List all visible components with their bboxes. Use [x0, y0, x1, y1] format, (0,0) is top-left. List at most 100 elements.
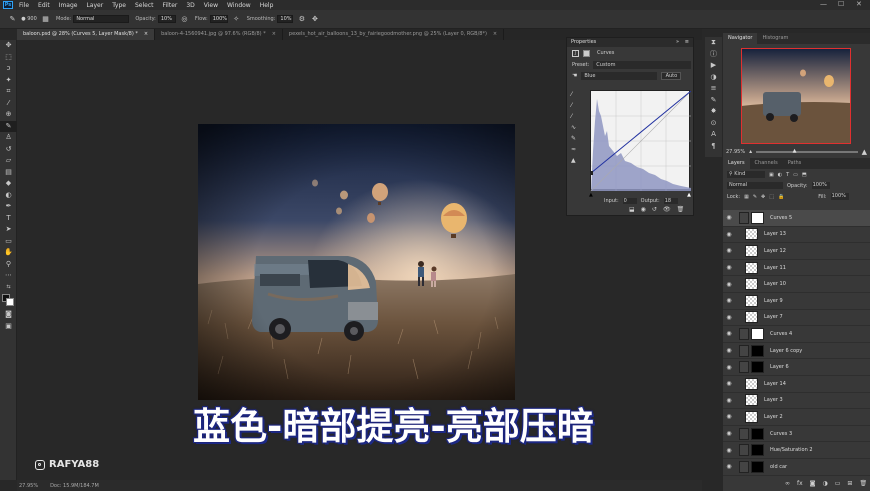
properties-icon[interactable]: ≡ [705, 83, 722, 95]
color-swatches[interactable] [0, 293, 17, 309]
layer-visibility-icon[interactable]: ◉ [723, 214, 735, 221]
smooth-curve-icon[interactable]: ≈ [571, 146, 581, 157]
layer-visibility-icon[interactable]: ◉ [723, 430, 735, 437]
mode-select[interactable]: Normal [73, 15, 130, 23]
brush-tool-icon[interactable]: ✎ [8, 15, 17, 24]
navigator-preview[interactable] [741, 48, 851, 144]
layer-name[interactable]: Layer 2 [764, 414, 783, 420]
type-tool-icon[interactable]: T [0, 213, 17, 225]
paragraph-icon[interactable]: ¶ [705, 141, 722, 153]
menu-3d[interactable]: 3D [186, 2, 194, 9]
layer-row[interactable]: ◉ Curves 5 [723, 210, 870, 227]
layer-visibility-icon[interactable]: ◉ [723, 231, 735, 238]
clipping-warning-icon[interactable]: ▲ [571, 157, 581, 168]
shape-tool-icon[interactable]: ▭ [0, 236, 17, 248]
layer-visibility-icon[interactable]: ◉ [723, 330, 735, 337]
filter-shape-icon[interactable]: ▭ [793, 172, 798, 178]
layer-thumbnail[interactable] [739, 327, 749, 340]
move-tool-icon[interactable]: ✥ [0, 40, 17, 52]
layer-mask-thumbnail[interactable] [751, 344, 764, 357]
menu-window[interactable]: Window [227, 2, 251, 9]
filter-pixel-icon[interactable]: ▣ [769, 172, 774, 178]
layer-visibility-icon[interactable]: ◉ [723, 281, 735, 288]
layer-name[interactable]: Layer 14 [764, 381, 786, 387]
link-layers-icon[interactable]: ∞ [785, 480, 790, 487]
reset-icon[interactable]: ↺ [652, 206, 657, 213]
layer-visibility-icon[interactable]: ◉ [723, 264, 735, 271]
brushes-icon[interactable]: ✸ [705, 106, 722, 118]
layer-thumbnail[interactable] [745, 377, 758, 390]
adjustments-icon[interactable]: ◑ [705, 72, 722, 84]
curve-pencil-icon[interactable]: ✎ [571, 135, 581, 146]
layer-visibility-icon[interactable]: ◉ [723, 397, 735, 404]
tab-baloon-jpg[interactable]: baloon-4-1560941.jpg @ 97.6% (RGB/8) * × [155, 29, 283, 40]
zoom-out-icon[interactable]: ▴ [749, 148, 752, 155]
zoom-slider[interactable]: ▲ [756, 148, 858, 154]
more-tools-icon[interactable]: ⋯ [0, 270, 17, 282]
layer-name[interactable]: Curves 4 [770, 331, 792, 337]
layer-name[interactable]: Layer 6 copy [770, 348, 802, 354]
new-layer-icon[interactable]: ⊞ [847, 480, 852, 487]
menu-image[interactable]: Image [59, 2, 78, 9]
target-adjust-icon[interactable]: ☚ [572, 72, 577, 79]
trash-icon[interactable]: 🗑 [859, 480, 867, 487]
brush-tool-icon[interactable]: ✎ [0, 120, 17, 132]
navigator-zoom-value[interactable]: 27.95% [726, 149, 745, 155]
layer-row[interactable]: ◉ Layer 12 [723, 243, 870, 260]
layer-name[interactable]: Layer 7 [764, 314, 783, 320]
close-icon[interactable]: ✕ [856, 0, 862, 8]
tab-navigator[interactable]: Navigator [723, 33, 758, 44]
menu-file[interactable]: File [19, 2, 29, 9]
eyedropper-tool-icon[interactable]: ⁄ [0, 98, 17, 110]
layer-mask-thumbnail[interactable] [751, 460, 764, 473]
new-adjustment-icon[interactable]: ◑ [823, 480, 828, 487]
close-icon[interactable]: × [493, 29, 497, 40]
layer-thumbnail[interactable] [745, 394, 758, 407]
symmetry-icon[interactable]: ✥ [310, 15, 319, 24]
layer-row[interactable]: ◉ Curves 3 [723, 426, 870, 443]
lock-artboard-icon[interactable]: ⬚ [769, 194, 774, 200]
tab-pexels-png[interactable]: pexels_hot_air_balloons_13_by_fairiegood… [283, 29, 505, 40]
menu-type[interactable]: Type [112, 2, 126, 9]
new-group-icon[interactable]: ▭ [835, 480, 841, 487]
close-icon[interactable]: × [144, 29, 148, 40]
layer-row[interactable]: ◉ Layer 10 [723, 276, 870, 293]
layer-thumbnail[interactable] [745, 294, 758, 307]
menu-help[interactable]: Help [260, 2, 274, 9]
preset-select[interactable]: Custom [593, 60, 692, 69]
info-icon[interactable]: ⓘ [705, 49, 722, 61]
add-mask-icon[interactable]: ◙ [810, 480, 816, 487]
layer-thumbnail[interactable] [739, 460, 749, 473]
layer-thumbnail[interactable] [739, 444, 749, 457]
layer-visibility-icon[interactable]: ◉ [723, 380, 735, 387]
fill-field[interactable]: 100% [830, 193, 849, 200]
tab-baloon-psd[interactable]: baloon.psd @ 28% (Curves 5, Layer Mask/8… [17, 29, 156, 40]
eyedropper-black-icon[interactable]: ⁄ [571, 91, 581, 102]
layer-row[interactable]: ◉ Layer 6 [723, 359, 870, 376]
layer-name[interactable]: Layer 6 [770, 364, 789, 370]
layer-style-icon[interactable]: fx [797, 480, 803, 487]
input-value[interactable]: 0 [622, 198, 637, 204]
layer-thumbnail[interactable] [739, 427, 749, 440]
layer-name[interactable]: Layer 10 [764, 281, 786, 287]
layer-name[interactable]: Curves 5 [770, 215, 792, 221]
zoom-level[interactable]: 27.95% [19, 483, 38, 489]
layer-name[interactable]: Layer 12 [764, 248, 786, 254]
layer-thumbnail[interactable] [745, 228, 758, 241]
actions-icon[interactable]: ▶ [705, 60, 722, 72]
dodge-tool-icon[interactable]: ◐ [0, 190, 17, 202]
magic-wand-tool-icon[interactable]: ✦ [0, 75, 17, 87]
gear-icon[interactable]: ⚙ [297, 15, 306, 24]
filter-adjust-icon[interactable]: ◐ [778, 172, 782, 178]
layer-thumbnail[interactable] [739, 344, 749, 357]
layer-visibility-icon[interactable]: ◉ [723, 314, 735, 321]
properties-title[interactable]: Properties [571, 39, 596, 45]
layer-name[interactable]: Layer 11 [764, 265, 786, 271]
minimize-icon[interactable]: — [820, 0, 827, 8]
airbrush-icon[interactable]: ✧ [232, 15, 241, 24]
layer-mask-thumbnail[interactable] [751, 427, 764, 440]
opacity-field[interactable]: 10% [157, 15, 176, 23]
artwork-canvas[interactable] [198, 124, 515, 400]
layer-name[interactable]: Curves 3 [770, 431, 792, 437]
filter-type-icon[interactable]: T [786, 172, 789, 178]
